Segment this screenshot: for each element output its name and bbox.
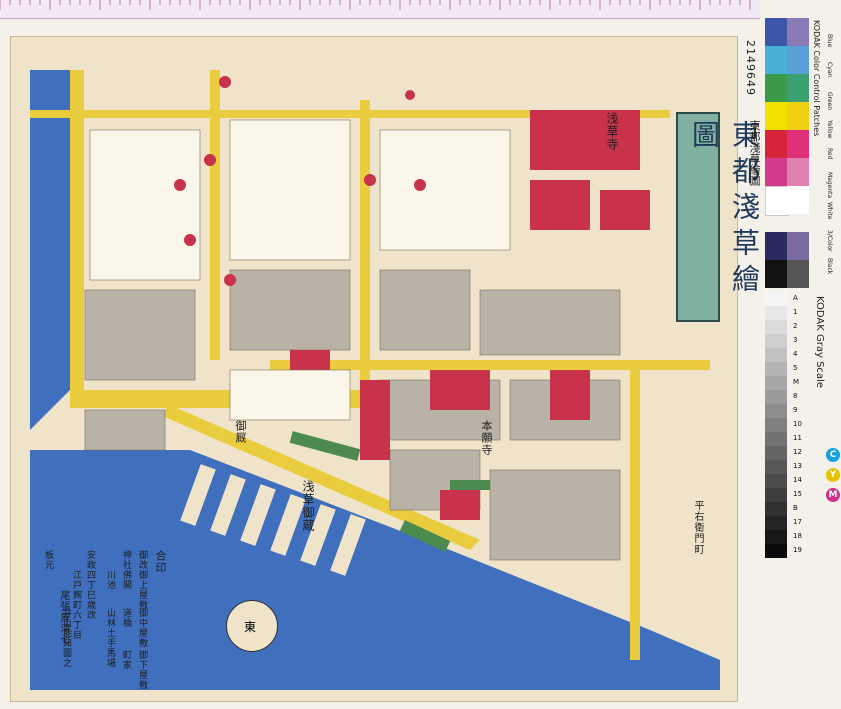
gray-step xyxy=(765,404,787,418)
compass-rose: 東 xyxy=(226,600,278,652)
patch-red xyxy=(765,130,787,158)
gray-step xyxy=(765,460,787,474)
gray-step-label: 3 xyxy=(793,336,798,344)
patch-label-magenta: Magenta xyxy=(826,172,833,199)
gray-step xyxy=(765,474,787,488)
gray-step-label: 18 xyxy=(793,532,802,540)
gray-step xyxy=(765,446,787,460)
label-sensoji: 浅草寺 xyxy=(605,112,619,151)
gray-step xyxy=(765,306,787,320)
patch-red-2 xyxy=(787,130,809,158)
patch-label-white: White xyxy=(826,202,833,220)
gray-step-label: 19 xyxy=(793,546,802,554)
compass-label: 東 xyxy=(244,620,257,634)
gray-step-label: 9 xyxy=(793,406,798,414)
gray-step-label: 10 xyxy=(793,420,802,428)
gray-step-label: 14 xyxy=(793,476,802,484)
gray-step xyxy=(765,376,787,390)
gray-step xyxy=(765,544,787,558)
legend-item: 御改御上屋敷 xyxy=(137,550,147,610)
gray-step-label: 1 xyxy=(793,308,798,316)
label-hirayama: 平右衛門町 xyxy=(692,500,703,555)
gray-step xyxy=(765,418,787,432)
gray-step-label: 5 xyxy=(793,364,798,372)
legend-item: 山林土手馬場 xyxy=(105,608,115,668)
cmy-cyan-dot: C xyxy=(826,448,840,462)
gray-step-label: 17 xyxy=(793,518,802,526)
patch-3color xyxy=(765,232,787,260)
patch-yellow-2 xyxy=(787,102,809,130)
patch-label-3color: 3/Color xyxy=(826,230,833,252)
legend-heading: 合印 xyxy=(154,550,167,574)
gray-step xyxy=(765,516,787,530)
publisher-line: 板元 xyxy=(43,550,53,570)
gray-step xyxy=(765,292,787,306)
patch-label-blue: Blue xyxy=(826,34,833,48)
gray-step-label: 12 xyxy=(793,448,802,456)
legend-item: 神社佛閣 xyxy=(121,550,131,590)
ruler-ticks xyxy=(0,0,751,10)
patch-black xyxy=(765,260,787,288)
patch-green-2 xyxy=(787,74,809,102)
gray-step xyxy=(765,502,787,516)
patch-magenta-2 xyxy=(787,158,809,186)
gray-step-label: B xyxy=(793,504,798,512)
label-honganji: 本願寺 xyxy=(480,420,493,456)
map-legend: 合印 御改御上屋敷 神社佛閣 道橋 川池 山林土手馬場 御中屋敷 町家 御下屋敷… xyxy=(40,550,190,690)
gray-step-label: 13 xyxy=(793,462,802,470)
gray-step xyxy=(765,390,787,404)
gray-step-label: 11 xyxy=(793,434,802,442)
patch-white-2 xyxy=(787,186,809,214)
measurement-ruler xyxy=(0,0,760,19)
catalog-title: 東都淺草繪圖 xyxy=(748,120,761,186)
gray-step xyxy=(765,320,787,334)
patch-cyan xyxy=(765,46,787,74)
legend-item: 御中屋敷 xyxy=(137,608,147,648)
color-control-strip xyxy=(765,18,811,288)
patch-label-green: Green xyxy=(826,92,833,111)
legend-item: 町家 xyxy=(121,650,131,670)
gray-step xyxy=(765,530,787,544)
patch-blue xyxy=(765,18,787,46)
patch-label-black: Black xyxy=(826,258,833,275)
label-okura: 御厩 xyxy=(234,420,247,444)
patch-3color-2 xyxy=(787,232,809,260)
gray-step-label: M xyxy=(793,378,800,386)
publisher-line: 安政四丁巳歳改 xyxy=(85,550,95,620)
color-patch-label: KODAK Color Control Patches xyxy=(812,20,821,137)
legend-item: 川池 xyxy=(105,570,115,590)
map-title-cartouche: 東都淺草繪圖 xyxy=(676,112,761,322)
cmy-magenta-dot: M xyxy=(826,488,840,502)
patch-green xyxy=(765,74,787,102)
map-author: 井山能知圖之 xyxy=(61,608,71,668)
patch-label-red: Red xyxy=(826,148,833,160)
gray-step-label: 15 xyxy=(793,490,802,498)
gray-step-label: A xyxy=(793,294,798,302)
patch-cyan-2 xyxy=(787,46,809,74)
patch-magenta xyxy=(765,158,787,186)
gray-step xyxy=(765,488,787,502)
gray-step-label: 4 xyxy=(793,350,798,358)
legend-item: 御下屋敷 xyxy=(137,650,147,690)
patch-black-2 xyxy=(787,260,809,288)
patch-yellow xyxy=(765,102,787,130)
gray-step xyxy=(765,362,787,376)
label-kuramae: 浅草御蔵 xyxy=(301,480,315,532)
gray-step xyxy=(765,348,787,362)
canal-water xyxy=(30,70,70,430)
patch-label-yellow: Yellow xyxy=(826,120,833,139)
gray-step-label: 8 xyxy=(793,392,798,400)
gray-step-label: 2 xyxy=(793,322,798,330)
catalog-number: 2149649 xyxy=(744,40,757,96)
cmy-yellow-dot: Y xyxy=(826,468,840,482)
gray-step xyxy=(765,334,787,348)
gray-step xyxy=(765,432,787,446)
patch-white xyxy=(765,186,789,216)
patch-blue-2 xyxy=(787,18,809,46)
legend-item: 道橋 xyxy=(121,608,131,628)
gray-scale-label: KODAK Gray Scale xyxy=(814,296,825,388)
patch-label-cyan: Cyan xyxy=(826,62,833,78)
